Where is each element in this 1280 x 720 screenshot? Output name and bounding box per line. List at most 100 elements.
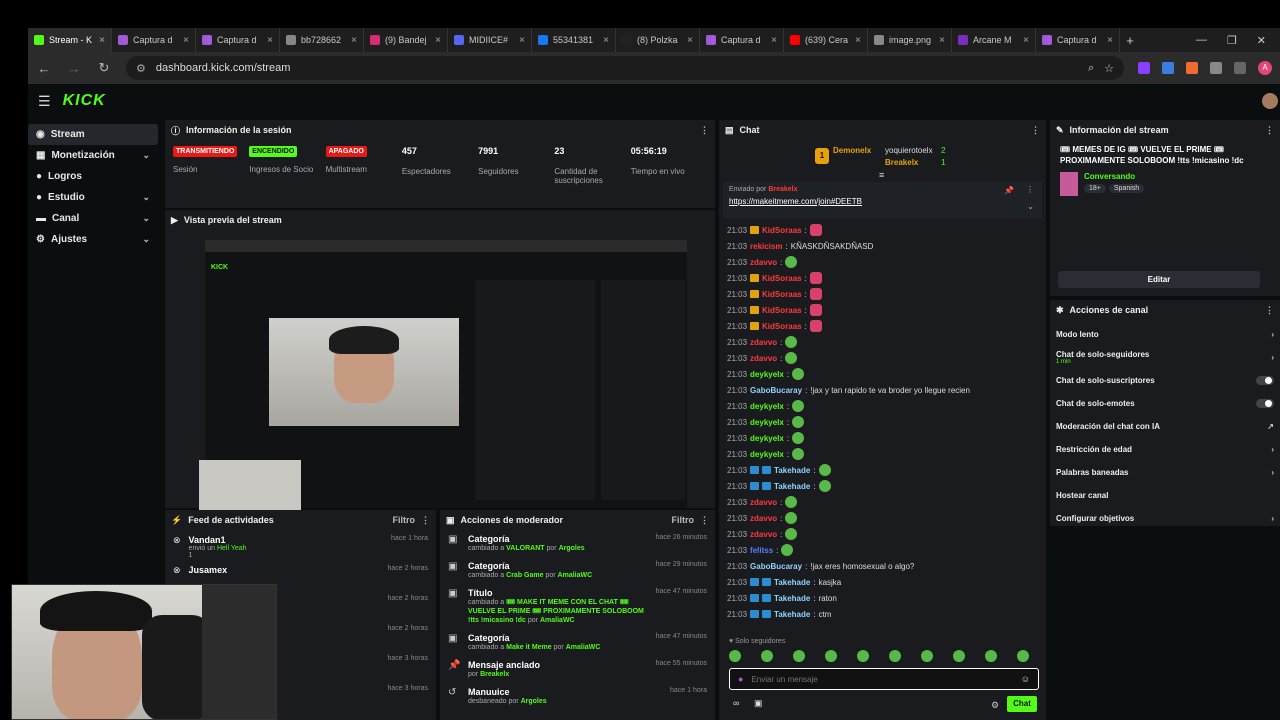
chevron-right-icon[interactable]: › xyxy=(1271,330,1274,339)
chat-username[interactable]: zdavvo xyxy=(750,514,777,523)
pinned-user[interactable]: Breakelx xyxy=(768,186,797,193)
browser-tab[interactable]: Arcane M × xyxy=(952,28,1036,52)
chat-message[interactable]: 21:03 deykyelx: xyxy=(725,398,1040,414)
chat-message[interactable]: 21:03 zdavvo: xyxy=(725,350,1040,366)
reload-icon[interactable]: ↻ xyxy=(96,60,112,76)
tag-chip[interactable]: Spanish xyxy=(1108,184,1145,193)
chat-username[interactable]: zdavvo xyxy=(750,258,777,267)
chat-username[interactable]: zdavvo xyxy=(750,354,777,363)
close-tab-icon[interactable]: × xyxy=(687,35,693,46)
chat-username[interactable]: GaboBucaray xyxy=(750,386,802,395)
chat-message[interactable]: 21:03 KidSoraas: xyxy=(725,270,1040,286)
channel-action-item[interactable]: Moderación del chat con IA ↗ xyxy=(1050,415,1280,438)
chat-username[interactable]: deykyelx xyxy=(750,418,784,427)
chat-message[interactable]: 21:03 Takehade: xyxy=(725,478,1040,494)
more-options-icon[interactable]: ⋮ xyxy=(700,125,709,136)
chat-username[interactable]: Takehade xyxy=(774,594,810,603)
browser-tab[interactable]: Captura d × xyxy=(196,28,280,52)
emote-icon[interactable] xyxy=(825,650,837,662)
mod-action-item[interactable]: 📌 Mensaje anclado por Breakelx hace 55 minu… xyxy=(440,656,715,683)
mod-action-item[interactable]: ▣ Categoría cambiado a VALORANT por Argole… xyxy=(440,530,715,557)
chat-message[interactable]: 21:03 zdavvo: xyxy=(725,334,1040,350)
sidebar-item[interactable]: ▦ Monetización ⌄ xyxy=(28,145,158,166)
chevron-down-icon[interactable]: ⌄ xyxy=(142,234,150,245)
zoom-icon[interactable]: ⌕ xyxy=(1088,62,1094,75)
chat-username[interactable]: Takehade xyxy=(774,578,810,587)
more-options-icon[interactable]: ⋮ xyxy=(421,515,430,526)
close-window-icon[interactable]: ✕ xyxy=(1257,34,1266,47)
chat-input[interactable] xyxy=(751,674,1013,684)
chat-message[interactable]: 21:03 Takehade: kasjka xyxy=(725,574,1040,590)
close-tab-icon[interactable]: × xyxy=(1107,35,1113,46)
detail-user[interactable]: AmaliaWC xyxy=(558,572,593,579)
detail-user[interactable]: AmaliaWC xyxy=(540,617,575,624)
chevron-right-icon[interactable]: › xyxy=(1271,353,1274,362)
chevron-down-icon[interactable]: ⌄ xyxy=(142,192,150,203)
browser-tab[interactable]: Captura d × xyxy=(112,28,196,52)
chat-username[interactable]: zdavvo xyxy=(750,498,777,507)
chat-message[interactable]: 21:03 deykyelx: xyxy=(725,366,1040,382)
more-options-icon[interactable]: ⋮ xyxy=(1026,185,1034,194)
close-tab-icon[interactable]: × xyxy=(939,35,945,46)
browser-tab[interactable]: bb728662 × xyxy=(280,28,364,52)
settings-icon[interactable]: ⚙ xyxy=(991,700,999,711)
bookmark-star-icon[interactable]: ☆ xyxy=(1104,62,1114,75)
pin-icon[interactable]: 📌 xyxy=(1004,186,1014,195)
chat-username[interactable]: Takehade xyxy=(774,610,810,619)
browser-tab[interactable]: image.png × xyxy=(868,28,952,52)
edit-button[interactable]: Editar xyxy=(1058,271,1260,288)
sidebar-item[interactable]: ⚙ Ajustes ⌄ xyxy=(28,229,158,250)
chat-message[interactable]: 21:03 Takehade: raton xyxy=(725,590,1040,606)
extension-icon[interactable] xyxy=(1138,62,1150,74)
mic-icon[interactable]: ● xyxy=(738,674,743,684)
detail-user[interactable]: AmaliaWC xyxy=(566,644,601,651)
chat-username[interactable]: Takehade xyxy=(774,482,810,491)
close-tab-icon[interactable]: × xyxy=(435,35,441,46)
chat-message[interactable]: 21:03 zdavvo: xyxy=(725,494,1040,510)
channel-action-item[interactable]: Configurar objetivos › xyxy=(1050,507,1280,530)
chat-username[interactable]: zdavvo xyxy=(750,338,777,347)
chat-message[interactable]: 21:03 deykyelx: xyxy=(725,414,1040,430)
chat-username[interactable]: deykyelx xyxy=(750,450,784,459)
chevron-down-icon[interactable]: ⌄ xyxy=(142,213,150,224)
close-tab-icon[interactable]: × xyxy=(267,35,273,46)
emote-icon[interactable] xyxy=(889,650,901,662)
leaderboard-name[interactable]: yoquierotoelx xyxy=(885,146,933,155)
chat-username[interactable]: zdavvo xyxy=(750,530,777,539)
send-chat-button[interactable]: Chat xyxy=(1007,696,1037,712)
leaderboard-name[interactable]: Demonelx xyxy=(833,146,871,155)
feed-item[interactable]: ⊗ Vandan1 envió un Hell Yeah 1 hace 1 hora xyxy=(165,530,436,560)
toggle-switch[interactable] xyxy=(1256,399,1274,408)
channel-action-item[interactable]: Palabras baneadas › xyxy=(1050,461,1280,484)
channel-action-item[interactable]: Hostear canal xyxy=(1050,484,1280,507)
close-tab-icon[interactable]: × xyxy=(183,35,189,46)
chat-message[interactable]: 21:03 zdavvo: xyxy=(725,510,1040,526)
chevron-right-icon[interactable]: › xyxy=(1271,514,1274,523)
extension-icon[interactable] xyxy=(1186,62,1198,74)
emoji-icon[interactable]: ☺ xyxy=(1021,674,1030,684)
chat-message[interactable]: 21:03 rekicism: KÑASKDÑSAKDÑASD xyxy=(725,238,1040,254)
emote-icon[interactable] xyxy=(857,650,869,662)
chat-message[interactable]: 21:03 KidSoraas: xyxy=(725,222,1040,238)
emote-icon[interactable] xyxy=(1017,650,1029,662)
close-tab-icon[interactable]: × xyxy=(603,35,609,46)
emote-icon[interactable] xyxy=(729,650,741,662)
chat-message[interactable]: 21:03 zdavvo: xyxy=(725,526,1040,542)
chat-message[interactable]: 21:03 Takehade: ctm xyxy=(725,606,1040,618)
emote-icon[interactable] xyxy=(953,650,965,662)
pinned-link[interactable]: https://makeitmeme.com/join#DEETB xyxy=(729,197,1036,206)
profile-avatar[interactable]: A xyxy=(1258,61,1272,75)
browser-tab[interactable]: Stream - K × xyxy=(28,28,112,52)
toggle-switch[interactable] xyxy=(1256,376,1274,385)
minimize-icon[interactable]: — xyxy=(1196,34,1207,47)
browser-tab[interactable]: (9) Bandej × xyxy=(364,28,448,52)
browser-tab[interactable]: Captura d × xyxy=(700,28,784,52)
close-tab-icon[interactable]: × xyxy=(351,35,357,46)
new-tab-icon[interactable]: + xyxy=(1120,33,1140,48)
extension-icon[interactable] xyxy=(1162,62,1174,74)
chat-username[interactable]: felitss xyxy=(750,546,773,555)
filter-button[interactable]: Filtro xyxy=(393,515,416,525)
browser-tab[interactable]: Captura d × xyxy=(1036,28,1120,52)
channel-action-item[interactable]: Modo lento › xyxy=(1050,323,1280,346)
chat-username[interactable]: KidSoraas xyxy=(762,306,802,315)
